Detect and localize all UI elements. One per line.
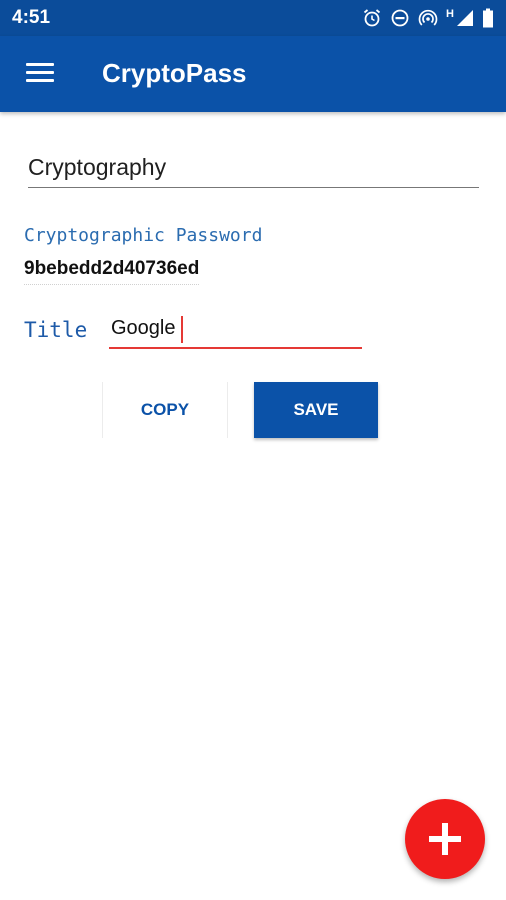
save-button[interactable]: SAVE bbox=[254, 382, 378, 438]
title-label: Title bbox=[24, 318, 88, 342]
status-bar: 4:51 H bbox=[0, 0, 506, 36]
app-title: CryptoPass bbox=[102, 58, 247, 88]
text-cursor bbox=[181, 316, 183, 343]
network-type-label: H bbox=[446, 8, 454, 20]
menu-icon[interactable] bbox=[26, 63, 54, 85]
app-bar: CryptoPass bbox=[0, 36, 506, 112]
domain-field[interactable] bbox=[28, 150, 479, 188]
hotspot-icon bbox=[418, 9, 438, 26]
status-time: 4:51 bbox=[12, 7, 51, 28]
signal-icon bbox=[457, 10, 473, 26]
copy-button[interactable]: COPY bbox=[102, 382, 228, 438]
alarm-icon bbox=[363, 9, 381, 27]
password-label: Cryptographic Password bbox=[24, 225, 263, 246]
title-input[interactable] bbox=[109, 314, 362, 340]
domain-input[interactable] bbox=[28, 150, 479, 181]
do-not-disturb-icon bbox=[391, 9, 409, 27]
password-value: 9bebedd2d40736ed bbox=[24, 258, 200, 285]
add-fab-button[interactable] bbox=[405, 799, 485, 879]
battery-icon bbox=[483, 8, 493, 28]
status-icons: H bbox=[362, 6, 494, 30]
title-field[interactable] bbox=[109, 314, 362, 349]
